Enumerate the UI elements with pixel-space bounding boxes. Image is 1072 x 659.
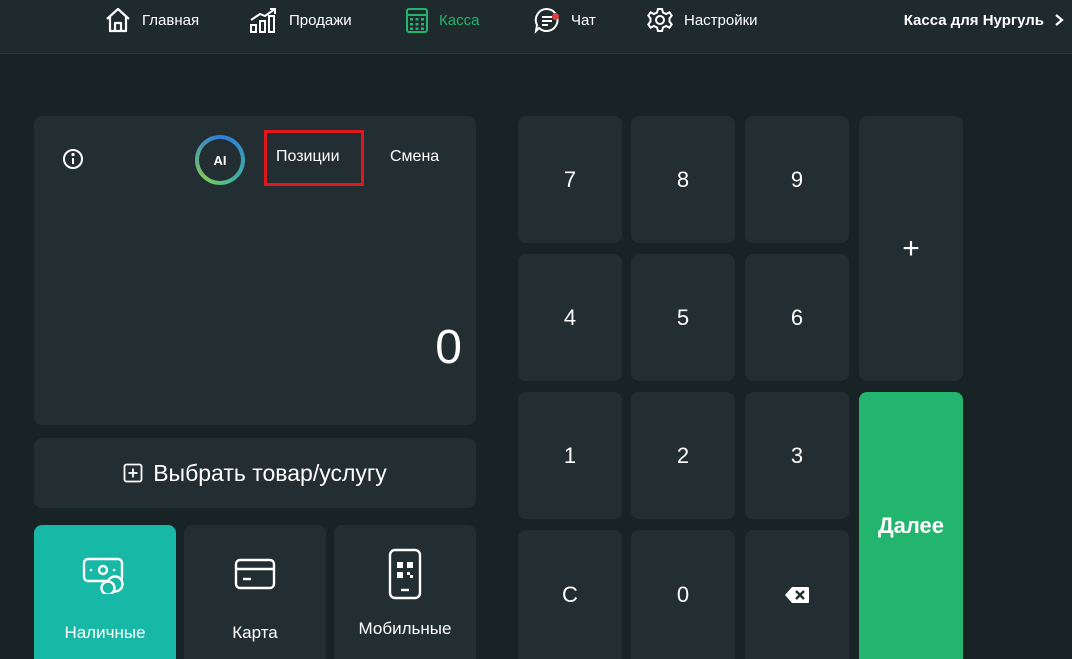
chat-icon [534, 7, 559, 34]
key-5[interactable]: 5 [631, 254, 735, 381]
store-name: Касса для Нургуль [903, 11, 1044, 29]
pick-product-label: Выбрать товар/услугу [153, 459, 387, 486]
key-7[interactable]: 7 [518, 116, 622, 243]
card-icon [234, 558, 276, 590]
nav-item-sales[interactable]: Продажи [249, 0, 352, 40]
nav-item-chat[interactable]: Чат [533, 0, 596, 40]
nav-item-settings[interactable]: Настройки [646, 0, 758, 40]
ai-assistant-button[interactable]: AI [195, 135, 245, 185]
payment-mobile-button[interactable]: Мобильные [334, 525, 476, 659]
payment-label: Мобильные [358, 619, 452, 638]
plus-square-icon [123, 463, 143, 483]
calculator-icon [406, 8, 428, 33]
amount-value: 0 [435, 321, 462, 374]
key-1[interactable]: 1 [518, 392, 622, 519]
nav-item-label: Настройки [684, 11, 758, 29]
pay-icon-wrapper [81, 551, 129, 597]
key-2[interactable]: 2 [631, 392, 735, 519]
amount-display-panel: AI Позиции Смена 0 [34, 116, 476, 425]
store-selector[interactable]: Касса для Нургуль [904, 0, 1064, 40]
key-8[interactable]: 8 [631, 116, 735, 243]
home-icon [106, 7, 130, 33]
pay-icon-wrapper [233, 551, 277, 597]
key-9[interactable]: 9 [745, 116, 849, 243]
payment-label: Наличные [64, 623, 146, 642]
top-navigation: Главная Продажи Касса Чат Настройки Касс… [0, 0, 1072, 54]
nav-item-label: Главная [142, 11, 200, 29]
nav-item-label: Касса [439, 11, 480, 29]
payment-card-button[interactable]: Карта [184, 525, 326, 659]
backspace-icon [785, 586, 809, 603]
nav-item-home[interactable]: Главная [104, 0, 199, 40]
key-6[interactable]: 6 [745, 254, 849, 381]
chat-icon-wrapper [533, 6, 561, 34]
pay-icon-wrapper [387, 547, 423, 601]
nav-item-label: Продажи [289, 11, 352, 29]
key-plus[interactable]: + [859, 116, 963, 381]
sales-chart-icon [250, 8, 276, 33]
mobile-qr-icon [388, 548, 422, 600]
payment-label: Карта [232, 623, 278, 642]
nav-item-cashier[interactable]: Касса [405, 0, 479, 40]
ai-label: AI [199, 139, 241, 181]
chevron-right-icon [1055, 14, 1064, 26]
key-4[interactable]: 4 [518, 254, 622, 381]
cash-icon [82, 557, 124, 594]
gear-icon [647, 8, 673, 32]
tab-shift[interactable]: Смена [390, 139, 439, 175]
info-icon [63, 149, 83, 169]
nav-item-label: Чат [571, 11, 596, 29]
notification-dot [552, 13, 559, 20]
key-clear[interactable]: C [518, 530, 622, 659]
key-3[interactable]: 3 [745, 392, 849, 519]
pick-product-button[interactable]: Выбрать товар/услугу [34, 438, 476, 508]
key-backspace[interactable] [745, 530, 849, 659]
next-button[interactable]: Далее [859, 392, 963, 659]
info-button[interactable] [62, 148, 84, 175]
tab-positions[interactable]: Позиции [276, 139, 340, 175]
payment-cash-button[interactable]: Наличные [34, 525, 176, 659]
key-0[interactable]: 0 [631, 530, 735, 659]
